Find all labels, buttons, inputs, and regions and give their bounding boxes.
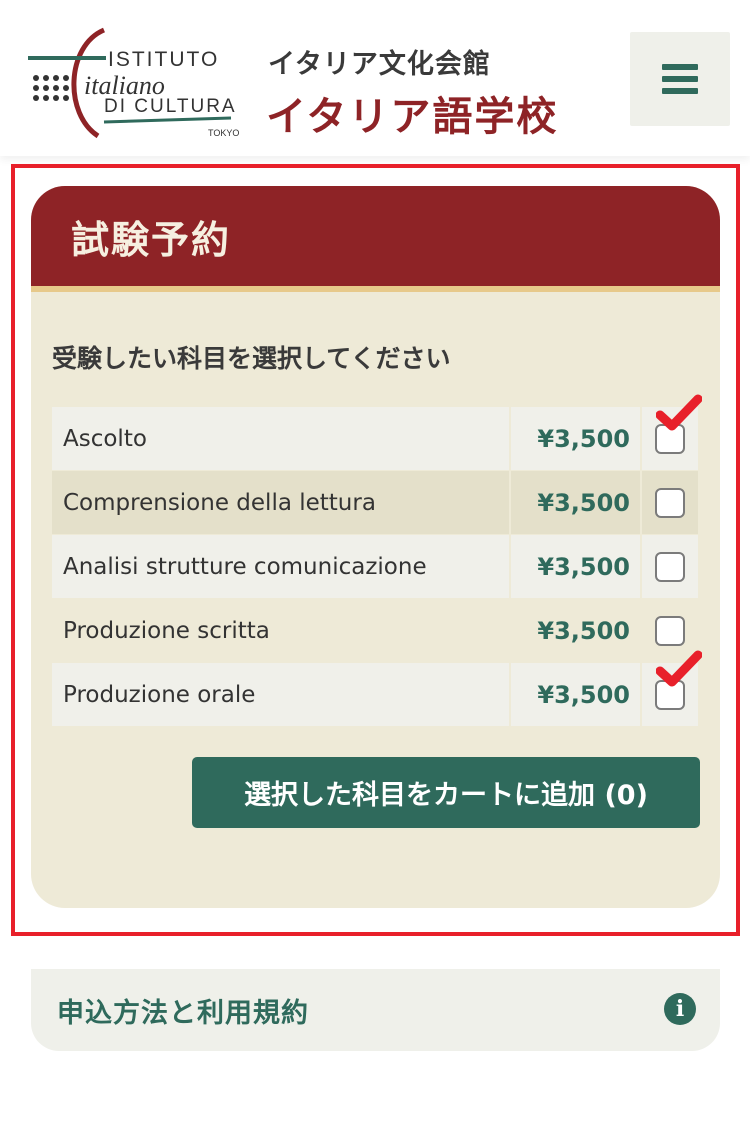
subject-checkbox[interactable] xyxy=(655,615,685,646)
subject-checkbox[interactable] xyxy=(655,551,685,582)
subject-price: ¥3,500 xyxy=(511,535,640,598)
terms-label: 申込方法と利用規約 xyxy=(57,997,309,1029)
subject-checkbox-cell xyxy=(642,471,698,534)
subject-checkbox-cell xyxy=(642,535,698,598)
subject-name: Comprensione della lettura xyxy=(52,471,509,534)
instruction-text: 受験したい科目を選択してください xyxy=(52,344,451,373)
subject-row: Produzione orale ¥3,500 xyxy=(52,650,702,726)
subject-checkbox-cell xyxy=(642,599,698,662)
site-header: ISTITUTO italiano DI CULTURA TOKYO イタリア文… xyxy=(0,0,750,156)
subject-price: ¥3,500 xyxy=(511,471,640,534)
istituto-logo[interactable]: ISTITUTO italiano DI CULTURA TOKYO xyxy=(26,26,246,144)
subject-price: ¥3,500 xyxy=(511,407,640,470)
subject-checkbox-cell xyxy=(642,394,702,470)
org-name: イタリア文化会館 xyxy=(268,49,491,80)
subject-checkbox[interactable] xyxy=(655,423,685,454)
logo-graphic: ISTITUTO italiano DI CULTURA TOKYO xyxy=(28,27,239,139)
logo-text-tokyo: TOKYO xyxy=(208,128,239,138)
exam-reservation-card: 試験予約 受験したい科目を選択してください Ascolto ¥3,500 Com… xyxy=(31,186,720,908)
card-title: 試験予約 xyxy=(71,217,232,262)
school-name[interactable]: イタリア語学校 xyxy=(266,84,558,142)
subject-name: Produzione orale xyxy=(52,663,509,726)
subject-price: ¥3,500 xyxy=(511,663,640,726)
subject-name: Ascolto xyxy=(52,407,509,470)
hamburger-menu-button[interactable] xyxy=(630,32,730,126)
terms-accordion[interactable]: 申込方法と利用規約 i xyxy=(31,969,720,1051)
card-header: 試験予約 xyxy=(31,186,720,292)
hamburger-menu-icon xyxy=(662,64,698,70)
subject-row: Comprensione della lettura ¥3,500 xyxy=(52,471,698,534)
logo-text-di-cultura: DI CULTURA xyxy=(104,96,237,117)
subject-row: Analisi strutture comunicazione ¥3,500 xyxy=(52,535,698,598)
info-icon: i xyxy=(664,993,696,1025)
logo-text-istituto: ISTITUTO xyxy=(108,48,219,71)
subject-list: Ascolto ¥3,500 Comprensione della lettur… xyxy=(52,394,702,727)
subject-name: Analisi strutture comunicazione xyxy=(52,535,509,598)
subject-row: Ascolto ¥3,500 xyxy=(52,394,702,470)
subject-row: Produzione scritta ¥3,500 xyxy=(52,599,698,662)
add-to-cart-button[interactable]: 選択した科目をカートに追加 (0) xyxy=(192,757,700,828)
subject-checkbox-cell xyxy=(642,650,702,726)
subject-name: Produzione scritta xyxy=(63,617,270,644)
subject-checkbox[interactable] xyxy=(655,679,685,710)
subject-checkbox[interactable] xyxy=(655,487,685,518)
subject-price: ¥3,500 xyxy=(537,616,630,645)
